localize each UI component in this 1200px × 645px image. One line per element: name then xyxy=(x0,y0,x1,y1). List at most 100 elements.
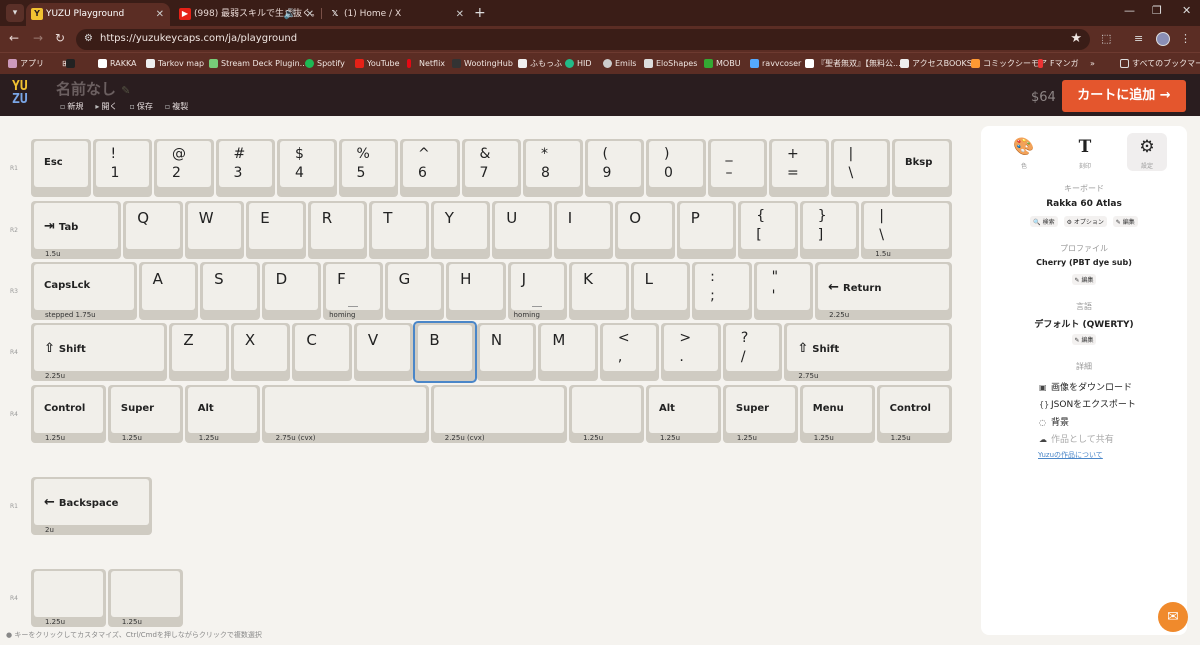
key-quote[interactable]: " ' xyxy=(753,262,814,320)
key-9[interactable]: (9 xyxy=(584,139,644,197)
bookmark-seija[interactable]: 『聖者無双』【無料公... xyxy=(805,57,901,71)
key-comma[interactable]: <, xyxy=(599,323,660,381)
key-lalt[interactable]: Alt 1.25u xyxy=(184,385,260,443)
menu-save[interactable]: ▫ 保存 xyxy=(129,101,152,112)
url-text[interactable]: https://yuzukeycaps.com/ja/playground xyxy=(100,33,297,44)
export-json-link[interactable]: {} JSONをエクスポート xyxy=(1039,397,1136,410)
key-a[interactable]: A xyxy=(138,262,199,320)
bookmark-eloshapes[interactable]: EloShapes xyxy=(644,57,697,71)
key-s[interactable]: S xyxy=(200,262,260,320)
key-rshift[interactable]: ⇧ Shift 2.75u xyxy=(784,323,952,381)
key-j[interactable]: Jhoming xyxy=(507,262,568,320)
audio-icon[interactable]: 🔊 xyxy=(284,3,296,26)
site-info-icon[interactable]: ⚙ xyxy=(84,33,93,44)
search-button[interactable]: 🔍 検索 xyxy=(1030,216,1058,227)
key-pipe[interactable]: | \ 1.5u xyxy=(861,201,952,259)
bookmark-star-icon[interactable]: ★ xyxy=(1070,31,1082,46)
profile-avatar[interactable] xyxy=(1156,32,1170,46)
key-lbracket[interactable]: {[ xyxy=(738,201,798,259)
key-g[interactable]: G xyxy=(384,262,445,320)
menu-new[interactable]: ▫ 新規 xyxy=(60,101,83,112)
key-6[interactable]: ^ 6 xyxy=(400,139,460,197)
key-k[interactable]: K xyxy=(569,262,629,320)
forward-icon[interactable]: → xyxy=(33,31,43,45)
all-bookmarks[interactable]: すべてのブックマーク xyxy=(1120,57,1200,71)
key-i[interactable]: I xyxy=(553,201,614,259)
key-semicolon[interactable]: :; xyxy=(692,262,752,320)
key-c[interactable]: C xyxy=(292,323,352,381)
key-esc[interactable]: Esc xyxy=(31,139,91,197)
bookmark-fmanga[interactable]: Fマンガ xyxy=(1038,57,1079,71)
key-h[interactable]: H xyxy=(446,262,506,320)
bookmark-emils[interactable]: Emils xyxy=(603,57,636,71)
key-minus[interactable]: _ – xyxy=(707,139,767,197)
options-button[interactable]: ⚙ オプション xyxy=(1063,216,1107,227)
key-7[interactable]: & 7 xyxy=(461,139,521,197)
key-lshift[interactable]: ⇧ Shift 2.25u xyxy=(31,323,168,381)
tab-yuzu[interactable]: Y YUZU Playground ✕ xyxy=(26,3,170,26)
close-icon[interactable]: ✕ xyxy=(306,3,314,26)
key-l[interactable]: L xyxy=(630,262,691,320)
tab-color[interactable]: 🎨 色 xyxy=(1004,133,1044,171)
key-space3[interactable]: 1.25u xyxy=(569,385,644,443)
bookmark-hid[interactable]: HID xyxy=(565,57,592,71)
close-icon[interactable]: ✕ xyxy=(156,3,164,26)
key-equal[interactable]: + = xyxy=(769,139,829,197)
key-y[interactable]: Y xyxy=(430,201,491,259)
key-1[interactable]: ! 1 xyxy=(92,139,152,197)
key-tab[interactable]: ⇥ Tab 1.5u xyxy=(31,201,122,259)
close-window-icon[interactable]: ✕ xyxy=(1182,4,1191,17)
document-title[interactable]: 名前なし ✎ xyxy=(56,78,130,99)
background-link[interactable]: ◌ 背景 xyxy=(1039,415,1069,428)
chat-bubble-icon[interactable]: ✉ xyxy=(1158,602,1188,632)
key-v[interactable]: V xyxy=(353,323,414,381)
key-period[interactable]: >. xyxy=(661,323,721,381)
tab-x[interactable]: 𝕏 (1) Home / X ✕ xyxy=(324,3,470,26)
bookmark-cmoa[interactable]: コミックシーモア xyxy=(971,57,1047,71)
key-menu[interactable]: Menu 1.25u xyxy=(799,385,875,443)
bookmark-tarkov[interactable]: Tarkov map xyxy=(146,57,204,71)
tab-legend[interactable]: T 刻印 xyxy=(1065,133,1105,171)
yuzu-logo[interactable]: YU ZU xyxy=(12,80,42,110)
key-p[interactable]: P xyxy=(676,201,737,259)
key-z[interactable]: Z xyxy=(169,323,229,381)
new-tab-icon[interactable]: + xyxy=(474,3,486,23)
key-e[interactable]: E xyxy=(246,201,306,259)
edit-language-button[interactable]: ✎ 編集 xyxy=(1071,334,1097,345)
about-link[interactable]: Yuzuの作品について xyxy=(1038,450,1103,460)
address-bar[interactable]: ⚙ https://yuzukeycaps.com/ja/playground … xyxy=(76,29,1090,50)
share-link[interactable]: ☁ 作品として共有 xyxy=(1039,432,1114,445)
key-w[interactable]: W xyxy=(184,201,245,259)
bookmark-apps[interactable]: アプリ xyxy=(8,57,44,71)
key-0[interactable]: ) 0 xyxy=(646,139,706,197)
key-rsuper[interactable]: Super 1.25u xyxy=(722,385,798,443)
key-t[interactable]: T xyxy=(369,201,429,259)
key-slash[interactable]: ? / xyxy=(722,323,783,381)
maximize-icon[interactable]: ❐ xyxy=(1152,4,1162,17)
key-extra2[interactable]: 1.25u xyxy=(107,569,183,627)
close-icon[interactable]: ✕ xyxy=(456,3,464,26)
key-backslash-r1[interactable]: | \ xyxy=(830,139,890,197)
menu-open[interactable]: ▸ 開く xyxy=(95,101,117,112)
key-n[interactable]: N xyxy=(476,323,537,381)
key-backspace-alt[interactable]: ← Backspace 2u xyxy=(31,477,152,535)
edit-keyboard-button[interactable]: ✎ 編集 xyxy=(1112,216,1138,227)
download-image-link[interactable]: ▣ 画像をダウンロード xyxy=(1039,380,1132,393)
key-space2[interactable]: 2.25u (cvx) xyxy=(430,385,568,443)
bookmark-youtube[interactable]: YouTube xyxy=(355,57,400,71)
key-4[interactable]: $4 xyxy=(277,139,337,197)
extensions-icon[interactable]: ⬚ xyxy=(1101,32,1111,45)
key-3[interactable]: #3 xyxy=(215,139,275,197)
key-extra1[interactable]: 1.25u xyxy=(31,569,106,627)
key-space1[interactable]: 2.75u (cvx) xyxy=(261,385,429,443)
bookmark-netflix[interactable]: Netflix xyxy=(407,57,445,71)
bookmark-spotify[interactable]: Spotify xyxy=(305,57,345,71)
tab-search-icon[interactable]: ▾ xyxy=(6,4,24,22)
media-icon[interactable]: ≡ xyxy=(1134,32,1143,45)
key-r[interactable]: R xyxy=(307,201,368,259)
key-o[interactable]: O xyxy=(615,201,675,259)
menu-kebab-icon[interactable]: ⋮ xyxy=(1180,32,1191,45)
add-to-cart-button[interactable]: カートに追加 → xyxy=(1062,80,1186,112)
bookmark-ravvcoser[interactable]: ravvcoser xyxy=(750,57,801,71)
back-icon[interactable]: ← xyxy=(9,31,19,45)
